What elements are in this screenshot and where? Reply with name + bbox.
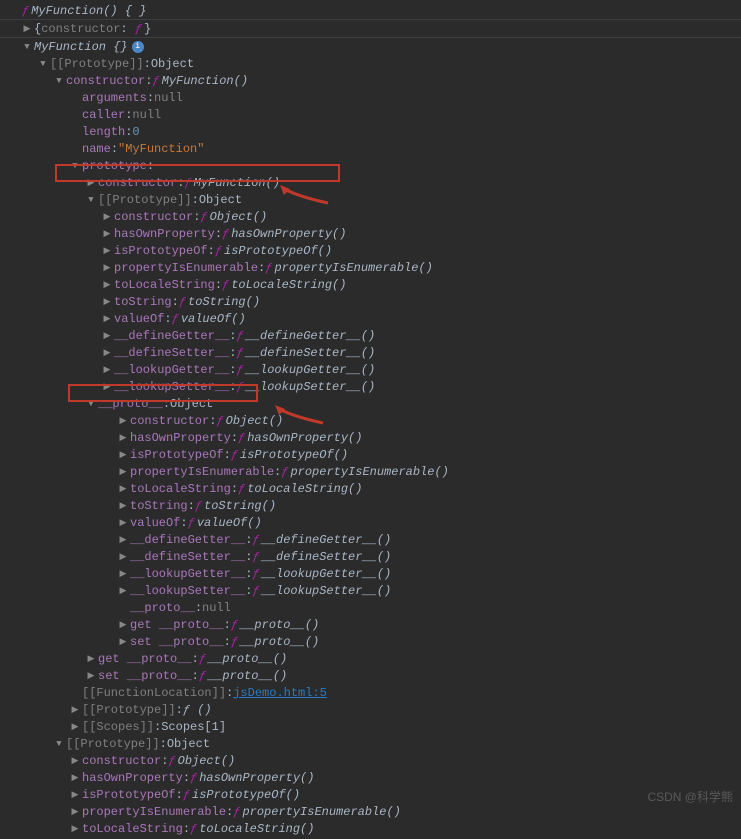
property-row[interactable]: ▶constructor: ƒ Object(): [0, 208, 741, 225]
expand-arrow-icon[interactable]: ▶: [118, 552, 128, 562]
property-row[interactable]: ▶toString: ƒ toString(): [0, 293, 741, 310]
fn-signature: MyFunction() { }: [31, 4, 146, 18]
property-row[interactable]: ▶toString: ƒ toString(): [0, 497, 741, 514]
property-row[interactable]: ▶propertyIsEnumerable: ƒ propertyIsEnume…: [0, 803, 741, 820]
watermark: CSDN @科学熊: [647, 788, 733, 805]
expand-arrow-icon[interactable]: ▼: [86, 399, 96, 409]
proto-constructor[interactable]: ▶ constructor: ƒ MyFunction(): [0, 174, 741, 191]
property-row[interactable]: ▶isPrototypeOf: ƒ isPrototypeOf(): [0, 242, 741, 259]
property-row[interactable]: ▶hasOwnProperty: ƒ hasOwnProperty(): [0, 429, 741, 446]
expand-arrow-icon[interactable]: ▼: [54, 76, 64, 86]
property-row[interactable]: ▶isPrototypeOf: ƒ isPrototypeOf(): [0, 786, 741, 803]
expand-arrow-icon[interactable]: ▶: [22, 24, 32, 34]
expand-arrow-icon[interactable]: ▶: [86, 178, 96, 188]
expand-arrow-icon[interactable]: ▶: [118, 637, 128, 647]
expand-arrow-icon[interactable]: ▶: [118, 433, 128, 443]
expand-arrow-icon[interactable]: ▶: [118, 501, 128, 511]
length-prop: ▶ length: 0: [0, 123, 741, 140]
property-row[interactable]: ▶__defineGetter__: ƒ __defineGetter__(): [0, 327, 741, 344]
property-row[interactable]: ▶isPrototypeOf: ƒ isPrototypeOf(): [0, 446, 741, 463]
info-icon[interactable]: i: [132, 41, 144, 53]
expand-arrow-icon[interactable]: ▶: [118, 450, 128, 460]
accessor-row[interactable]: ▶set __proto__: ƒ __proto__(): [0, 633, 741, 650]
accessor-row[interactable]: ▶set __proto__: ƒ __proto__(): [0, 667, 741, 684]
prototype-prop[interactable]: ▼ prototype:: [0, 157, 741, 174]
expand-arrow-icon[interactable]: ▶: [118, 518, 128, 528]
expand-arrow-icon[interactable]: ▶: [102, 229, 112, 239]
property-row[interactable]: ▶hasOwnProperty: ƒ hasOwnProperty(): [0, 769, 741, 786]
property-row[interactable]: ▶toLocaleString: ƒ toLocaleString(): [0, 276, 741, 293]
arguments-prop: ▶ arguments: null: [0, 89, 741, 106]
expand-arrow-icon[interactable]: ▼: [86, 195, 96, 205]
expand-arrow-icon[interactable]: ▶: [118, 467, 128, 477]
property-row[interactable]: ▶__defineSetter__: ƒ __defineSetter__(): [0, 548, 741, 565]
expand-arrow-icon[interactable]: ▶: [86, 671, 96, 681]
accessor-row[interactable]: ▶get __proto__: ƒ __proto__(): [0, 616, 741, 633]
fn-icon: ƒ: [22, 4, 29, 18]
expand-arrow-icon[interactable]: ▶: [102, 331, 112, 341]
property-row[interactable]: ▶__lookupGetter__: ƒ __lookupGetter__(): [0, 565, 741, 582]
expand-arrow-icon[interactable]: ▶: [102, 280, 112, 290]
constructor-prop[interactable]: ▼ constructor: ƒ MyFunction(): [0, 72, 741, 89]
expand-arrow-icon[interactable]: ▶: [102, 263, 112, 273]
inner-prototype[interactable]: ▼ [[Prototype]]: Object: [0, 191, 741, 208]
property-row[interactable]: ▶__lookupSetter__: ƒ __lookupSetter__(): [0, 582, 741, 599]
property-row[interactable]: ▶__lookupSetter__: ƒ __lookupSetter__(): [0, 378, 741, 395]
expand-arrow-icon[interactable]: ▶: [102, 382, 112, 392]
scopes-internal[interactable]: ▶ [[Scopes]]: Scopes[1]: [0, 718, 741, 735]
expand-arrow-icon[interactable]: ▶: [102, 365, 112, 375]
outer-prototype[interactable]: ▼ [[Prototype]]: Object: [0, 735, 741, 752]
property-row[interactable]: ▶constructor: ƒ Object(): [0, 412, 741, 429]
expand-arrow-icon[interactable]: ▶: [118, 484, 128, 494]
expand-arrow-icon[interactable]: ▶: [102, 348, 112, 358]
expand-arrow-icon[interactable]: ▶: [70, 756, 80, 766]
property-row[interactable]: ▶valueOf: ƒ valueOf(): [0, 310, 741, 327]
accessor-row[interactable]: ▶get __proto__: ƒ __proto__(): [0, 650, 741, 667]
name-prop: ▶ name: "MyFunction": [0, 140, 741, 157]
header-fn: ƒ MyFunction() { }: [0, 2, 741, 19]
caller-prop: ▶ caller: null: [0, 106, 741, 123]
expand-arrow-icon[interactable]: ▶: [70, 807, 80, 817]
property-row[interactable]: ▶valueOf: ƒ valueOf(): [0, 514, 741, 531]
expand-arrow-icon[interactable]: ▶: [102, 314, 112, 324]
expand-arrow-icon[interactable]: ▶: [70, 773, 80, 783]
expand-arrow-icon[interactable]: ▶: [70, 705, 80, 715]
expand-arrow-icon[interactable]: ▶: [86, 654, 96, 664]
property-row[interactable]: ▶toLocaleString: ƒ toLocaleString(): [0, 480, 741, 497]
property-row[interactable]: ▶constructor: ƒ Object(): [0, 752, 741, 769]
property-row[interactable]: ▶hasOwnProperty: ƒ hasOwnProperty(): [0, 225, 741, 242]
expand-arrow-icon[interactable]: ▶: [70, 722, 80, 732]
prototype-fn[interactable]: ▶ [[Prototype]]: ƒ (): [0, 701, 741, 718]
property-row[interactable]: ▶__defineGetter__: ƒ __defineGetter__(): [0, 531, 741, 548]
expand-arrow-icon[interactable]: ▼: [70, 161, 80, 171]
expand-arrow-icon[interactable]: ▶: [102, 297, 112, 307]
source-link[interactable]: jsDemo.html:5: [233, 686, 327, 700]
property-row[interactable]: ▶propertyIsEnumerable: ƒ propertyIsEnume…: [0, 259, 741, 276]
dunder-proto[interactable]: ▼ __proto__: Object: [0, 395, 741, 412]
expand-arrow-icon[interactable]: ▶: [118, 535, 128, 545]
prototype-internal[interactable]: ▼ [[Prototype]]: Object: [0, 55, 741, 72]
property-row[interactable]: ▶propertyIsEnumerable: ƒ propertyIsEnume…: [0, 463, 741, 480]
expand-arrow-icon[interactable]: ▶: [70, 790, 80, 800]
expand-arrow-icon[interactable]: ▶: [118, 416, 128, 426]
property-row[interactable]: ▶__lookupGetter__: ƒ __lookupGetter__(): [0, 361, 741, 378]
expand-arrow-icon[interactable]: ▼: [38, 59, 48, 69]
expand-arrow-icon[interactable]: ▼: [22, 42, 32, 52]
myfunction-instance[interactable]: ▼ MyFunction {} i: [0, 38, 741, 55]
expand-arrow-icon[interactable]: ▶: [118, 586, 128, 596]
expand-arrow-icon[interactable]: ▶: [102, 246, 112, 256]
expand-arrow-icon[interactable]: ▶: [118, 620, 128, 630]
expand-arrow-icon[interactable]: ▼: [54, 739, 64, 749]
expand-arrow-icon[interactable]: ▶: [70, 824, 80, 834]
property-row[interactable]: ▶toLocaleString: ƒ toLocaleString(): [0, 820, 741, 837]
dunder-proto-null: ▶ __proto__: null: [0, 599, 741, 616]
property-row[interactable]: ▶__defineSetter__: ƒ __defineSetter__(): [0, 344, 741, 361]
expand-arrow-icon[interactable]: ▶: [118, 569, 128, 579]
preview-constructor[interactable]: ▶ {constructor: ƒ}: [0, 20, 741, 37]
expand-arrow-icon[interactable]: ▶: [102, 212, 112, 222]
function-location[interactable]: ▶ [[FunctionLocation]]: jsDemo.html:5: [0, 684, 741, 701]
